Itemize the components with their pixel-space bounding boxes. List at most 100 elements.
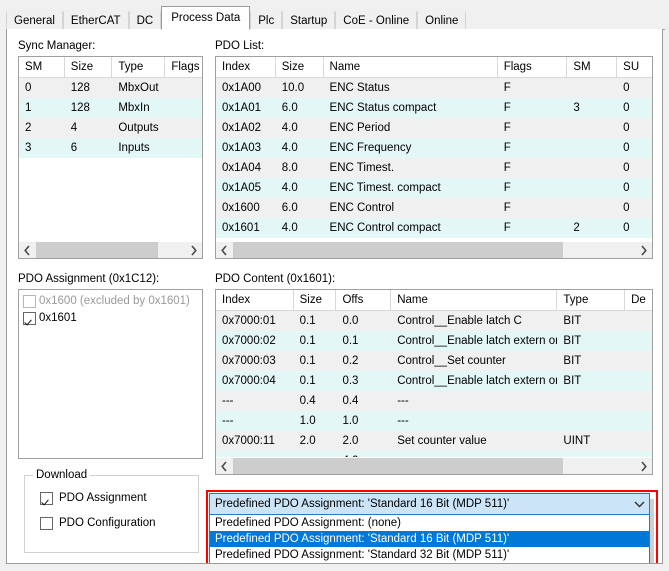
combo-option-list[interactable]: Predefined PDO Assignment: (none) Predefi… xyxy=(209,515,650,564)
cell-size: 6.0 xyxy=(281,102,298,114)
cell-index: 0x1601 xyxy=(222,222,260,234)
column-header-de[interactable]: De xyxy=(625,290,652,310)
download-option-label: PDO Configuration xyxy=(59,517,156,529)
scrollbar-thumb[interactable] xyxy=(233,457,563,474)
table-row[interactable]: 0x1A04 8.0 ENC Timest. F 0 xyxy=(216,158,652,178)
chevron-down-icon[interactable] xyxy=(630,498,649,511)
column-header-offs[interactable]: Offs xyxy=(336,290,392,310)
combo-option[interactable]: Predefined PDO Assignment: 'Line Motion … xyxy=(210,563,649,564)
scrollbar-thumb[interactable] xyxy=(233,241,563,258)
checkbox-icon[interactable] xyxy=(23,311,36,325)
cell-size: 1.0 xyxy=(299,415,316,427)
tab-process-data[interactable]: Process Data xyxy=(161,6,251,30)
column-header-sm[interactable]: SM xyxy=(567,57,618,77)
table-row[interactable]: 0x7000:02 0.1 0.1 Control__Enable latch ext… xyxy=(216,331,652,351)
list-item[interactable]: 0x1600 (excluded by 0x1601) xyxy=(23,293,198,309)
checkbox-icon[interactable] xyxy=(40,491,53,505)
download-option[interactable]: PDO Assignment xyxy=(40,490,156,506)
scrollbar-thumb[interactable] xyxy=(36,241,159,258)
combo-option[interactable]: Predefined PDO Assignment: 'Standard 16 … xyxy=(210,531,649,547)
column-header-su[interactable]: SU xyxy=(617,57,652,77)
predefined-pdo-assignment-combo[interactable]: Predefined PDO Assignment: 'Standard 16 … xyxy=(209,493,650,564)
table-row[interactable]: --- 1.0 1.0 --- xyxy=(216,411,652,431)
cell-type: UINT xyxy=(563,435,591,447)
grid-body: 0x1A00 10.0 ENC Status F 0 0x1A01 6.0 ENC Statu… xyxy=(216,78,652,238)
column-header-type[interactable]: Type xyxy=(557,290,626,310)
pdo-assignment-list[interactable]: 0x1600 (excluded by 0x1601) 0x1601 xyxy=(18,289,203,459)
cell-index: --- xyxy=(222,395,234,407)
cell-sm xyxy=(567,198,617,218)
table-row[interactable]: 0x1600 6.0 ENC Control F 0 xyxy=(216,198,652,218)
column-header-name[interactable]: Name xyxy=(391,290,558,310)
cell-sm xyxy=(567,158,617,178)
column-header-size[interactable]: Size xyxy=(276,57,324,77)
column-header-index[interactable]: Index xyxy=(216,57,276,77)
table-row[interactable]: 0x1A00 10.0 ENC Status F 0 xyxy=(216,78,652,98)
horizontal-scrollbar[interactable] xyxy=(19,241,202,258)
grid-header-row: SM Size Type Flags xyxy=(19,57,202,78)
cell-name: ENC Status compact xyxy=(329,102,437,114)
tab-startup[interactable]: Startup xyxy=(282,11,336,30)
cell-offs: 0.3 xyxy=(342,375,359,387)
grid-header-row: Index Size Offs Name Type De xyxy=(216,290,652,311)
chevron-right-icon[interactable] xyxy=(185,242,202,259)
scrollbar-track[interactable] xyxy=(36,241,185,258)
list-item[interactable]: 0x1601 xyxy=(23,310,198,326)
pdo-content-grid[interactable]: Index Size Offs Name Type De 0x7000:01 0.1 0.0 Co… xyxy=(215,289,653,475)
chevron-right-icon[interactable] xyxy=(635,242,652,259)
column-header-flags[interactable]: Flags xyxy=(498,57,568,77)
column-header-flags[interactable]: Flags xyxy=(165,57,202,77)
table-row[interactable]: 0 128 MbxOut xyxy=(19,78,202,98)
column-header-sm[interactable]: SM xyxy=(19,57,65,77)
combo-option[interactable]: Predefined PDO Assignment: 'Standard 32 … xyxy=(210,547,649,563)
table-row[interactable]: 0x1A03 4.0 ENC Frequency F 0 xyxy=(216,138,652,158)
tab-coe-online[interactable]: CoE - Online xyxy=(335,11,418,30)
table-row[interactable]: 0x1A02 4.0 ENC Period F 0 xyxy=(216,118,652,138)
tab-dc[interactable]: DC xyxy=(128,11,162,30)
cell-flags: F xyxy=(503,182,511,194)
column-header-index[interactable]: Index xyxy=(216,290,294,310)
cell-type: BIT xyxy=(563,315,582,327)
sync-manager-label: Sync Manager: xyxy=(18,40,96,52)
cell-type: MbxOut xyxy=(118,82,159,94)
table-row[interactable]: 0x1A01 6.0 ENC Status compact F 3 0 xyxy=(216,98,652,118)
tab-online[interactable]: Online xyxy=(417,11,467,30)
table-row[interactable]: 0x1601 4.0 ENC Control compact F 2 0 xyxy=(216,218,652,238)
table-row[interactable]: 3 6 Inputs xyxy=(19,138,202,158)
table-row[interactable]: 0x7000:11 2.0 2.0 Set counter value UINT xyxy=(216,431,652,451)
tab-plc[interactable]: Plc xyxy=(250,11,283,30)
table-row[interactable]: 0x7000:04 0.1 0.3 Control__Enable latch ext… xyxy=(216,371,652,391)
table-row[interactable]: 0x7000:03 0.1 0.2 Control__Set counter BIT xyxy=(216,351,652,371)
chevron-left-icon[interactable] xyxy=(19,242,36,259)
tab-ethercat[interactable]: EtherCAT xyxy=(62,11,129,30)
checkbox-icon[interactable] xyxy=(40,516,53,530)
cell-name: --- xyxy=(397,395,409,407)
pdo-list-grid[interactable]: Index Size Name Flags SM SU 0x1A00 10.0 ENC Stat… xyxy=(215,56,653,259)
column-header-size[interactable]: Size xyxy=(294,290,337,310)
chevron-left-icon[interactable] xyxy=(216,242,233,259)
horizontal-scrollbar[interactable] xyxy=(216,457,652,474)
column-header-name[interactable]: Name xyxy=(324,57,498,77)
combo-option[interactable]: Predefined PDO Assignment: (none) xyxy=(210,515,649,531)
table-row[interactable]: --- 0.4 0.4 --- xyxy=(216,391,652,411)
combo-closed-field[interactable]: Predefined PDO Assignment: 'Standard 16 … xyxy=(209,493,650,515)
column-header-size[interactable]: Size xyxy=(65,57,113,77)
cell-index: 0x1A05 xyxy=(222,182,262,194)
sync-manager-grid[interactable]: SM Size Type Flags 0 128 MbxOut 1 128 MbxIn 2 4 Outp… xyxy=(18,56,203,259)
cell-type: MbxIn xyxy=(118,102,150,114)
tab-general[interactable]: General xyxy=(6,11,63,30)
table-row[interactable]: 0x1A05 4.0 ENC Timest. compact F 0 xyxy=(216,178,652,198)
process-data-panel: Sync Manager: SM Size Type Flags 0 128 MbxOut 1… xyxy=(6,29,663,564)
chevron-right-icon[interactable] xyxy=(635,458,652,475)
cell-sm: 1 xyxy=(25,102,32,114)
table-row[interactable]: 2 4 Outputs xyxy=(19,118,202,138)
column-header-type[interactable]: Type xyxy=(112,57,166,77)
download-option[interactable]: PDO Configuration xyxy=(40,515,156,531)
chevron-left-icon[interactable] xyxy=(216,458,233,475)
download-options: PDO Assignment PDO Configuration xyxy=(40,490,156,540)
scrollbar-track[interactable] xyxy=(233,241,635,258)
table-row[interactable]: 1 128 MbxIn xyxy=(19,98,202,118)
horizontal-scrollbar[interactable] xyxy=(216,241,652,258)
scrollbar-track[interactable] xyxy=(233,457,635,474)
table-row[interactable]: 0x7000:01 0.1 0.0 Control__Enable latch C BI… xyxy=(216,311,652,331)
